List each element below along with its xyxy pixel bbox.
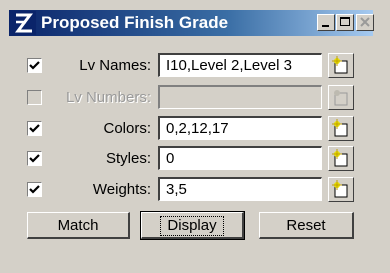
display-button[interactable]: Display (140, 211, 245, 240)
pick-element-icon (334, 90, 348, 106)
match-button[interactable]: Match (27, 212, 130, 239)
pick-element-icon (332, 119, 348, 137)
lv-numbers-pick-button[interactable] (328, 85, 354, 110)
weights-label: Weights: (92, 181, 151, 198)
checkmark-icon (29, 154, 40, 163)
colors-pick-button[interactable] (328, 116, 354, 141)
lv-names-field[interactable]: I10,Level 2,Level 3 (158, 53, 322, 77)
weights-field[interactable]: 3,5 (158, 177, 322, 201)
checkmark-icon (29, 61, 40, 70)
minimize-button[interactable] (317, 14, 335, 31)
weights-pick-button[interactable] (328, 177, 354, 202)
weights-checkbox[interactable] (27, 182, 42, 197)
row-styles: Styles: 0 (0, 146, 390, 172)
reset-button[interactable]: Reset (259, 212, 354, 239)
title-bar[interactable]: Proposed Finish Grade (9, 10, 374, 36)
checkmark-icon (29, 185, 40, 194)
styles-label: Styles: (105, 150, 151, 167)
row-lv-names: Lv Names: I10,Level 2,Level 3 (0, 53, 390, 79)
styles-pick-button[interactable] (328, 146, 354, 171)
minimize-icon (322, 25, 329, 27)
app-logo-icon (12, 11, 36, 35)
row-weights: Weights: 3,5 (0, 177, 390, 203)
colors-checkbox[interactable] (27, 121, 42, 136)
lv-names-label: Lv Names: (79, 57, 151, 74)
maximize-icon (340, 17, 350, 26)
colors-label: Colors: (103, 120, 151, 137)
dialog-window: Proposed Finish Grade Lv Names: I10,Leve… (0, 0, 390, 273)
colors-field[interactable]: 0,2,12,17 (158, 116, 322, 140)
lv-numbers-field[interactable] (158, 85, 322, 109)
checkmark-icon (29, 124, 40, 133)
row-colors: Colors: 0,2,12,17 (0, 116, 390, 142)
row-lv-numbers: Lv Numbers: (0, 85, 390, 111)
lv-numbers-label: Lv Numbers: (65, 89, 151, 106)
maximize-button[interactable] (336, 14, 354, 31)
display-button-label: Display (160, 216, 224, 236)
window-title: Proposed Finish Grade (41, 13, 229, 32)
close-icon (360, 17, 370, 27)
styles-field[interactable]: 0 (158, 146, 322, 170)
close-button[interactable] (356, 14, 374, 31)
lv-names-checkbox[interactable] (27, 58, 42, 73)
lv-numbers-checkbox[interactable] (27, 90, 42, 105)
styles-checkbox[interactable] (27, 151, 42, 166)
pick-element-icon (332, 149, 348, 167)
pick-element-icon (332, 180, 348, 198)
lv-names-pick-button[interactable] (328, 53, 354, 78)
pick-element-icon (332, 56, 348, 74)
